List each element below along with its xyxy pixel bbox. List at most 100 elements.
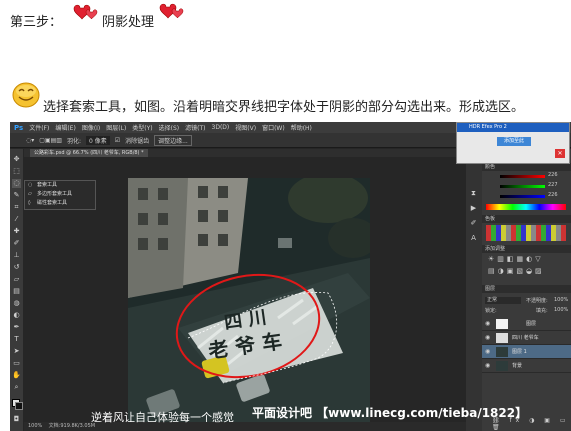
shape-tool-icon[interactable]: ▭ (12, 359, 21, 368)
swatches-panel-header[interactable]: 色板 (482, 215, 571, 223)
menu-3d[interactable]: 3D(D) (212, 124, 230, 131)
lasso-tool-icon[interactable]: ◌ (12, 179, 21, 188)
flyout-item-polygonal-lasso[interactable]: ▱ 多边形套索工具 (25, 190, 95, 199)
hand-tool-icon[interactable]: ✋ (12, 371, 21, 380)
move-tool-icon[interactable]: ✥ (12, 155, 21, 164)
menu-file[interactable]: 文件(F) (29, 123, 49, 132)
blend-mode-select[interactable]: 正常 (485, 297, 521, 304)
lock-label: 锁定: (485, 308, 497, 314)
flyout-item-lasso[interactable]: ◌ 套索工具 (25, 181, 95, 190)
photoshop-logo: Ps (14, 123, 24, 132)
swatch-grid[interactable] (486, 225, 566, 241)
fill-value[interactable]: 100% (554, 307, 568, 313)
color-g-value[interactable]: 227 (548, 182, 558, 188)
heart-icon (159, 3, 184, 19)
feather-label: 羽化: (66, 137, 81, 145)
brush-tool-icon[interactable]: ✐ (12, 239, 21, 248)
flyout-item-magnetic-lasso[interactable]: ◊ 磁性套索工具 (25, 199, 95, 208)
document-size: 文档:919.8K/3.05M (48, 423, 96, 429)
layer-thumbnail (496, 319, 508, 329)
right-panels: 颜色 226 227 226 色板 添加调整 ☀▥◧▦◐▽ ▤◑▣▧◒▨ 图层 … (482, 149, 571, 431)
stamp-tool-icon[interactable]: ⊥ (12, 251, 21, 260)
color-r-value[interactable]: 226 (548, 172, 558, 178)
lasso-preset-icon[interactable]: ◌▾ (26, 137, 34, 144)
actions-panel-icon[interactable]: ▶ (469, 204, 478, 213)
antialias-checkbox[interactable]: ☑ (115, 137, 120, 144)
watermark-left: 逆着风让自己体验每一个感觉 (91, 411, 234, 424)
eyedropper-tool-icon[interactable]: ⁄ (12, 215, 21, 224)
menu-filter[interactable]: 滤镜(T) (185, 123, 205, 132)
smiley-icon (12, 82, 40, 108)
layer-thumbnail (496, 347, 508, 357)
selection-mode-icons[interactable]: ▢▣▤▥ (39, 137, 62, 144)
section-title: 阴影处理 (102, 15, 155, 30)
color-b-value[interactable]: 226 (548, 192, 558, 198)
hdr-add-button[interactable]: 添加至此 (497, 137, 531, 146)
lasso-tool-flyout: ◌ 套索工具 ▱ 多边形套索工具 ◊ 磁性套索工具 (24, 180, 96, 210)
eye-icon[interactable]: ◉ (485, 359, 490, 373)
watermark-right: 平面设计吧 【www.linecg.com/tieba/1822】 (252, 406, 528, 420)
street-photo (128, 173, 378, 426)
color-spectrum[interactable] (486, 204, 566, 210)
refine-edge-button[interactable]: 调整边缘... (154, 134, 192, 146)
eye-icon[interactable]: ◉ (485, 317, 490, 331)
blur-tool-icon[interactable]: ◍ (12, 299, 21, 308)
adjustments-panel-header[interactable]: 添加调整 (482, 245, 571, 253)
hdr-popup-title: HDR Efex Pro 2 (457, 123, 569, 132)
marquee-tool-icon[interactable]: ⬚ (12, 167, 21, 176)
eye-icon[interactable]: ◉ (485, 331, 490, 345)
background-color-swatch[interactable] (15, 402, 23, 410)
menu-select[interactable]: 选择(S) (159, 123, 180, 132)
history-panel-icon[interactable]: ⧗ (469, 189, 478, 198)
type-tool-icon[interactable]: T (12, 335, 21, 344)
gradient-tool-icon[interactable]: ▤ (12, 287, 21, 296)
panel-icon-strip: ⧗ ▶ ✐ A (466, 149, 482, 431)
fill-label: 填充: (536, 308, 548, 314)
menu-layer[interactable]: 图层(L) (106, 123, 126, 132)
quick-mask-icon[interactable]: ◘ (12, 415, 21, 424)
layer-row[interactable]: ◉ 背景 (482, 359, 571, 373)
layer-row[interactable]: ◉ 图层 (482, 317, 571, 331)
heart-icon (73, 4, 98, 20)
color-r-slider[interactable] (500, 175, 545, 178)
feather-input[interactable]: 0 像素 (85, 135, 110, 145)
quick-select-tool-icon[interactable]: ✎ (12, 191, 21, 200)
menu-window[interactable]: 窗口(W) (262, 123, 285, 132)
crop-tool-icon[interactable]: ⌗ (12, 203, 21, 212)
opacity-value[interactable]: 100% (554, 297, 568, 303)
character-panel-icon[interactable]: A (469, 234, 478, 243)
hdr-plugin-popup: HDR Efex Pro 2 添加至此 ✕ (456, 122, 570, 164)
document-canvas[interactable]: 四 川 老 爷 车 (128, 173, 378, 426)
zoom-tool-icon[interactable]: ⌕ (12, 383, 21, 392)
menu-image[interactable]: 图像(I) (82, 123, 100, 132)
eye-icon[interactable]: ◉ (485, 345, 490, 359)
color-panel-header: 颜色 (482, 163, 571, 171)
menu-view[interactable]: 视图(V) (235, 123, 256, 132)
path-select-tool-icon[interactable]: ➤ (12, 347, 21, 356)
layer-row[interactable]: ◉ 四川 老爷车 (482, 331, 571, 345)
layer-thumbnail (496, 333, 508, 343)
eraser-tool-icon[interactable]: ▱ (12, 275, 21, 284)
menu-help[interactable]: 帮助(H) (291, 123, 312, 132)
menu-type[interactable]: 类型(Y) (132, 123, 152, 132)
close-icon[interactable]: ✕ (555, 149, 565, 158)
brush-panel-icon[interactable]: ✐ (469, 219, 478, 228)
photoshop-window: Ps 文件(F) 编辑(E) 图像(I) 图层(L) 类型(Y) 选择(S) 滤… (10, 122, 571, 431)
toolbox: ✥ ⬚ ◌ ✎ ⌗ ⁄ ✚ ✐ ⊥ ↺ ▱ ▤ ◍ ◐ ✒ T ➤ ▭ ✋ ⌕ … (10, 149, 23, 431)
pen-tool-icon[interactable]: ✒ (12, 323, 21, 332)
document-tab-bar: 公路彩车.psd @ 66.7% (四川 老爷车, RGB/8) * (24, 149, 464, 157)
antialias-label: 消除锯齿 (125, 137, 150, 145)
layer-row-selected[interactable]: ◉ 图层 1 (482, 345, 571, 359)
history-brush-icon[interactable]: ↺ (12, 263, 21, 272)
zoom-level[interactable]: 100% (28, 423, 42, 429)
dodge-tool-icon[interactable]: ◐ (12, 311, 21, 320)
adjustment-icons[interactable]: ☀▥◧▦◐▽ (488, 255, 544, 263)
color-b-slider[interactable] (500, 195, 545, 198)
document-tab[interactable]: 公路彩车.psd @ 66.7% (四川 老爷车, RGB/8) * (30, 149, 148, 157)
menu-edit[interactable]: 编辑(E) (55, 123, 75, 132)
layers-panel-header[interactable]: 图层 (482, 285, 571, 293)
healing-tool-icon[interactable]: ✚ (12, 227, 21, 236)
opacity-label: 不透明度: (526, 298, 548, 304)
color-g-slider[interactable] (500, 185, 545, 188)
adjustment-icons-row2[interactable]: ▤◑▣▧◒▨ (488, 267, 545, 275)
